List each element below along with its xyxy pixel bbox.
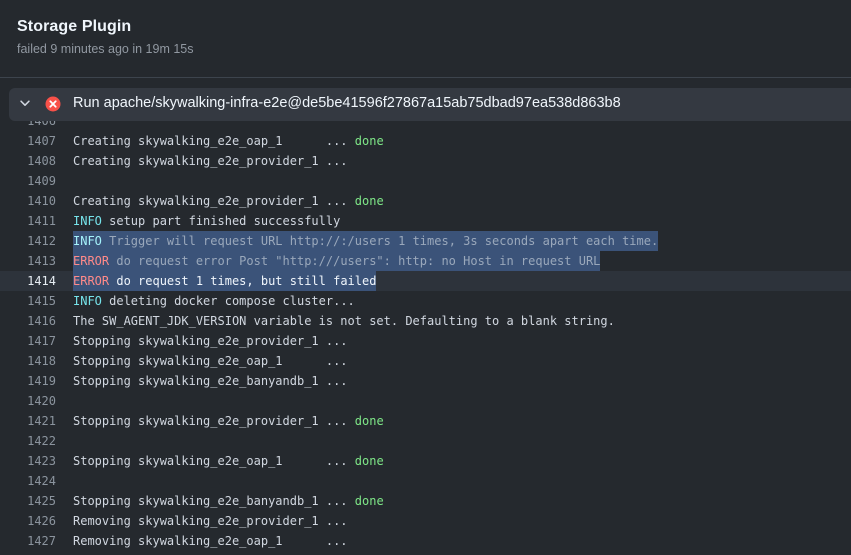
- log-text: Removing skywalking_e2e_provider_1 ...: [73, 511, 348, 531]
- log-line: 1408 Creating skywalking_e2e_provider_1 .…: [0, 151, 851, 171]
- log-text: INFO setup part finished successfully: [73, 211, 340, 231]
- log-text: Creating skywalking_e2e_provider_1 ...: [73, 151, 348, 171]
- log-text: Stopping skywalking_e2e_provider_1 ... d…: [73, 411, 384, 431]
- log-text: Removing skywalking_e2e_oap_1 ...: [73, 531, 348, 551]
- log-text: Stopping skywalking_e2e_banyandb_1 ...: [73, 371, 348, 391]
- line-number[interactable]: 1414: [0, 271, 56, 291]
- log-text: INFO deleting docker compose cluster...: [73, 291, 355, 311]
- log-text: Creating skywalking_e2e_oap_1 ... done: [73, 131, 384, 151]
- log-line: 1412 INFO Trigger will request URL http:/…: [0, 231, 851, 251]
- line-number[interactable]: 1411: [0, 211, 56, 231]
- log-line: 1406: [0, 121, 851, 131]
- chevron-down-icon[interactable]: [18, 96, 32, 110]
- log-message: Trigger will request URL http://:/users …: [101, 234, 659, 248]
- line-number[interactable]: 1425: [0, 491, 56, 511]
- log-text: Stopping skywalking_e2e_banyandb_1 ... d…: [73, 491, 384, 511]
- info-tag: INFO: [73, 234, 102, 248]
- log-line: 1409: [0, 171, 851, 191]
- workflow-job-log-view: Storage Plugin failed 9 minutes ago in 1…: [0, 0, 851, 555]
- log-message: do request 1 times, but still failed: [109, 274, 377, 288]
- line-number[interactable]: 1410: [0, 191, 56, 211]
- log-message: Stopping skywalking_e2e_oap_1 ...: [73, 454, 355, 468]
- selected-log-text: ERROR do request error Post "http:///use…: [73, 251, 601, 271]
- log-line: 1420: [0, 391, 851, 411]
- log-message: deleting docker compose cluster...: [101, 294, 355, 308]
- log-message: Stopping skywalking_e2e_banyandb_1 ...: [73, 374, 348, 388]
- log-line: 1411 INFO setup part finished successfull…: [0, 211, 851, 231]
- info-tag: INFO: [73, 214, 102, 228]
- log-message: Creating skywalking_e2e_provider_1 ...: [73, 154, 348, 168]
- log-line: 1417 Stopping skywalking_e2e_provider_1 .…: [0, 331, 851, 351]
- line-number[interactable]: 1416: [0, 311, 56, 331]
- line-number[interactable]: 1407: [0, 131, 56, 151]
- log-line: 1415 INFO deleting docker compose cluster…: [0, 291, 851, 311]
- job-title: Storage Plugin: [17, 18, 132, 35]
- log-message: Removing skywalking_e2e_provider_1 ...: [73, 514, 348, 528]
- log-text: Stopping skywalking_e2e_provider_1 ...: [73, 331, 348, 351]
- log-line: 1413 ERROR do request error Post "http://…: [0, 251, 851, 271]
- log-line: 1421 Stopping skywalking_e2e_provider_1 .…: [0, 411, 851, 431]
- log-message: Stopping skywalking_e2e_oap_1 ...: [73, 354, 348, 368]
- log-line: 1410 Creating skywalking_e2e_provider_1 .…: [0, 191, 851, 211]
- log-message: Stopping skywalking_e2e_banyandb_1 ...: [73, 494, 355, 508]
- line-number[interactable]: 1406: [0, 121, 56, 131]
- line-number[interactable]: 1423: [0, 451, 56, 471]
- error-tag: ERROR: [73, 254, 110, 268]
- error-tag: ERROR: [73, 274, 110, 288]
- line-number[interactable]: 1409: [0, 171, 56, 191]
- log-text: The SW_AGENT_JDK_VERSION variable is not…: [73, 311, 615, 331]
- x-circle-fill-icon: [45, 96, 61, 112]
- log-line: 1425 Stopping skywalking_e2e_banyandb_1 .…: [0, 491, 851, 511]
- log-message: The SW_AGENT_JDK_VERSION variable is not…: [73, 314, 615, 328]
- done-tag: done: [354, 134, 384, 148]
- selected-log-text: INFO Trigger will request URL http://:/u…: [73, 231, 659, 251]
- log-text: Stopping skywalking_e2e_oap_1 ... done: [73, 451, 384, 471]
- selected-log-text: ERROR do request 1 times, but still fail…: [73, 271, 377, 291]
- log-text: Creating skywalking_e2e_provider_1 ... d…: [73, 191, 384, 211]
- info-tag: INFO: [73, 294, 102, 308]
- log-line: 1418 Stopping skywalking_e2e_oap_1 ...: [0, 351, 851, 371]
- log-message: do request error Post "http:///users": h…: [109, 254, 601, 268]
- log-message: Creating skywalking_e2e_provider_1 ...: [73, 194, 355, 208]
- log-message: Removing skywalking_e2e_oap_1 ...: [73, 534, 348, 548]
- log-line: 1424: [0, 471, 851, 491]
- line-number[interactable]: 1421: [0, 411, 56, 431]
- log-message: Stopping skywalking_e2e_provider_1 ...: [73, 414, 355, 428]
- line-number[interactable]: 1415: [0, 291, 56, 311]
- log-line: 1427 Removing skywalking_e2e_oap_1 ...: [0, 531, 851, 551]
- step-title: Run apache/skywalking-infra-e2e@de5be415…: [73, 95, 621, 111]
- line-number[interactable]: 1420: [0, 391, 56, 411]
- line-number[interactable]: 1408: [0, 151, 56, 171]
- log-line: 1422: [0, 431, 851, 451]
- line-number[interactable]: 1426: [0, 511, 56, 531]
- log-line: 1419 Stopping skywalking_e2e_banyandb_1 .…: [0, 371, 851, 391]
- step-header-toggle[interactable]: Run apache/skywalking-infra-e2e@de5be415…: [9, 88, 851, 121]
- job-status-meta: failed 9 minutes ago in 19m 15s: [17, 42, 194, 56]
- line-number[interactable]: 1419: [0, 371, 56, 391]
- done-tag: done: [354, 454, 384, 468]
- log-message: setup part finished successfully: [101, 214, 341, 228]
- log-text: Stopping skywalking_e2e_oap_1 ...: [73, 351, 348, 371]
- line-number[interactable]: 1417: [0, 331, 56, 351]
- log-line: 1416 The SW_AGENT_JDK_VERSION variable is…: [0, 311, 851, 331]
- line-number[interactable]: 1412: [0, 231, 56, 251]
- line-number[interactable]: 1424: [0, 471, 56, 491]
- job-header: Storage Plugin failed 9 minutes ago in 1…: [0, 0, 851, 78]
- log-message: Stopping skywalking_e2e_provider_1 ...: [73, 334, 348, 348]
- done-tag: done: [354, 414, 384, 428]
- log-line: 1414 ERROR do request 1 times, but still …: [0, 271, 851, 291]
- log-output[interactable]: 1406 1407 Creating skywalking_e2e_oap_1 ..…: [0, 121, 851, 555]
- log-line: 1423 Stopping skywalking_e2e_oap_1 ... do…: [0, 451, 851, 471]
- line-number[interactable]: 1418: [0, 351, 56, 371]
- log-line: 1426 Removing skywalking_e2e_provider_1 .…: [0, 511, 851, 531]
- done-tag: done: [354, 194, 384, 208]
- line-number[interactable]: 1413: [0, 251, 56, 271]
- line-number[interactable]: 1427: [0, 531, 56, 551]
- line-number[interactable]: 1422: [0, 431, 56, 451]
- log-line: 1407 Creating skywalking_e2e_oap_1 ... do…: [0, 131, 851, 151]
- done-tag: done: [354, 494, 384, 508]
- log-message: Creating skywalking_e2e_oap_1 ...: [73, 134, 355, 148]
